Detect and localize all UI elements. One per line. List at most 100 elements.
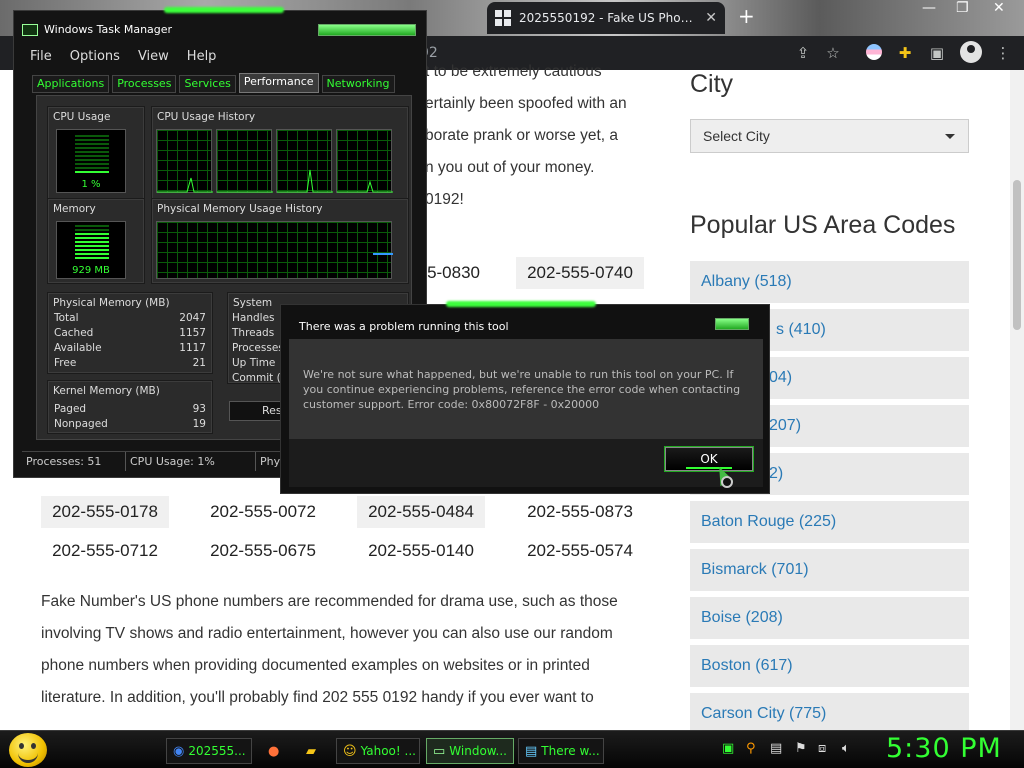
stat-row: Total 2047: [54, 312, 206, 324]
tray-network-icon[interactable]: ⧈: [818, 741, 826, 756]
extensions-puzzle-icon[interactable]: ✚: [896, 44, 914, 62]
share-icon[interactable]: ⇪: [794, 44, 812, 62]
browser-menu-icon[interactable]: ⋮: [994, 44, 1012, 62]
taskbar-clock[interactable]: 5:30 PM: [886, 733, 1002, 764]
bookmark-star-icon[interactable]: ☆: [824, 44, 842, 62]
tab-close-icon[interactable]: ✕: [705, 10, 717, 26]
task-manager-title: Windows Task Manager: [44, 23, 173, 36]
new-tab-button[interactable]: +: [738, 4, 755, 28]
close-window-button[interactable]: ✕: [993, 0, 1005, 16]
phone-number[interactable]: 202-555-0140: [357, 535, 485, 567]
menu-bar: File Options View Help: [30, 49, 216, 64]
paragraph-line: Fake Number's US phone numbers are recom…: [41, 593, 618, 610]
site-favicon-icon: [495, 10, 511, 26]
taskbar-item-chrome[interactable]: ◉ 202555...: [166, 738, 252, 764]
scrollbar-thumb[interactable]: [1013, 180, 1021, 330]
menu-options[interactable]: Options: [70, 49, 120, 64]
physical-memory-group: Physical Memory (MB) Total 2047 Cached 115…: [47, 292, 213, 374]
stat-label: Threads: [232, 327, 275, 339]
cpu-core-graph: [336, 129, 393, 193]
phone-number[interactable]: 202-555-0873: [516, 496, 644, 528]
paragraph-line: involving TV shows and radio entertainme…: [41, 625, 613, 642]
kernel-memory-heading: Kernel Memory (MB): [53, 385, 160, 397]
tray-app-icon[interactable]: ▣: [722, 741, 734, 756]
phone-number[interactable]: 202-555-0178: [41, 496, 169, 528]
kernel-memory-group: Kernel Memory (MB) Paged 93 Nonpaged 19: [47, 380, 213, 434]
folder-icon: ▰: [306, 743, 316, 759]
tab-applications[interactable]: Applications: [32, 75, 110, 93]
menu-file[interactable]: File: [30, 49, 52, 64]
intro-text: n you out of your money.: [425, 159, 595, 176]
area-code-link[interactable]: Albany (518): [690, 261, 969, 303]
tab-performance[interactable]: Performance: [238, 73, 319, 93]
taskbar-item-yahoo[interactable]: ☺ Yahoo! ...: [336, 738, 420, 764]
extension-flag-icon[interactable]: [866, 44, 882, 60]
cpu-core-graph: [216, 129, 273, 193]
phone-number[interactable]: 202-555-0675: [199, 535, 327, 567]
stat-label: Cached: [54, 327, 94, 339]
phone-number[interactable]: 202-555-0574: [516, 535, 644, 567]
stat-label: Free: [54, 357, 77, 369]
area-code-link[interactable]: Boise (208): [690, 597, 969, 639]
phone-number[interactable]: 202-555-0072: [199, 496, 327, 528]
stat-row: Free 21: [54, 357, 206, 369]
menu-help[interactable]: Help: [187, 49, 217, 64]
title-glow: [164, 7, 284, 13]
area-code-link[interactable]: Carson City (775): [690, 693, 969, 730]
stat-row: Cached 1157: [54, 327, 206, 339]
phone-number[interactable]: 202-555-0484: [357, 496, 485, 528]
window-controls[interactable]: [318, 24, 416, 36]
cpu-core-graph: [276, 129, 333, 193]
stat-value: 2047: [179, 312, 206, 324]
page-scrollbar[interactable]: [1010, 70, 1024, 730]
tray-flag-icon[interactable]: ⚑: [795, 741, 807, 756]
intro-text: t to be extremely cautious: [425, 63, 602, 80]
dialog-icon: ▤: [525, 743, 538, 759]
memory-history-group: Physical Memory Usage History: [151, 198, 409, 284]
restore-button[interactable]: ❐: [956, 0, 969, 16]
profile-avatar-icon[interactable]: [960, 41, 982, 63]
select-city-value: Select City: [703, 128, 770, 144]
stat-label: Nonpaged: [54, 418, 108, 430]
title-glow: [446, 301, 596, 307]
taskbar-item-task-manager[interactable]: ▭ Window...: [426, 738, 514, 764]
minimize-button[interactable]: —: [922, 0, 936, 16]
paragraph-line: phone numbers when providing documented …: [41, 657, 590, 674]
phone-number[interactable]: 202-555-0740: [516, 257, 644, 289]
phone-number[interactable]: 202-555-0712: [41, 535, 169, 567]
memory-value: 929 MB: [72, 265, 110, 276]
memory-history-label: Physical Memory Usage History: [157, 203, 323, 215]
area-code-link[interactable]: Boston (617): [690, 645, 969, 687]
tray-volume-icon[interactable]: 🔈︎: [842, 741, 850, 756]
area-code-link[interactable]: Bismarck (701): [690, 549, 969, 591]
menu-view[interactable]: View: [138, 49, 169, 64]
side-panel-icon[interactable]: ▣: [928, 44, 946, 62]
tray-search-icon[interactable]: ⚲: [746, 741, 756, 756]
area-code-link[interactable]: Baton Rouge (225): [690, 501, 969, 543]
stat-label: Available: [54, 342, 102, 354]
busy-cursor-icon: [721, 476, 733, 488]
cpu-core-line: [337, 180, 393, 193]
status-processes: Processes: 51: [22, 452, 126, 471]
task-manager-icon: ▭: [433, 743, 446, 759]
task-manager-titlebar[interactable]: Windows Task Manager: [22, 23, 172, 36]
memory-history-line: [373, 253, 393, 255]
taskbar-item-folder[interactable]: ▰: [300, 738, 322, 764]
tab-services[interactable]: Services: [179, 75, 236, 93]
taskbar-item-dialog[interactable]: ▤ There w...: [518, 738, 604, 764]
select-city-dropdown[interactable]: Select City: [690, 119, 969, 153]
tab-networking[interactable]: Networking: [321, 75, 395, 93]
taskbar-item-firefox[interactable]: ●: [262, 738, 285, 764]
start-button-smiley-icon[interactable]: [9, 733, 47, 767]
tab-processes[interactable]: Processes: [112, 75, 177, 93]
tab-title: 2025550192 - Fake US Phone Nu: [519, 11, 698, 25]
tray-folder-icon[interactable]: ▤: [770, 741, 782, 756]
ok-button[interactable]: OK: [665, 447, 753, 471]
chrome-icon: ◉: [173, 743, 185, 759]
dialog-close-button[interactable]: [715, 318, 749, 330]
city-heading: City: [690, 70, 734, 98]
stat-value: 93: [192, 403, 206, 415]
intro-text: 0192!: [425, 191, 464, 208]
stat-label: Total: [54, 312, 79, 324]
browser-tab[interactable]: 2025550192 - Fake US Phone Nu ✕: [487, 2, 725, 34]
